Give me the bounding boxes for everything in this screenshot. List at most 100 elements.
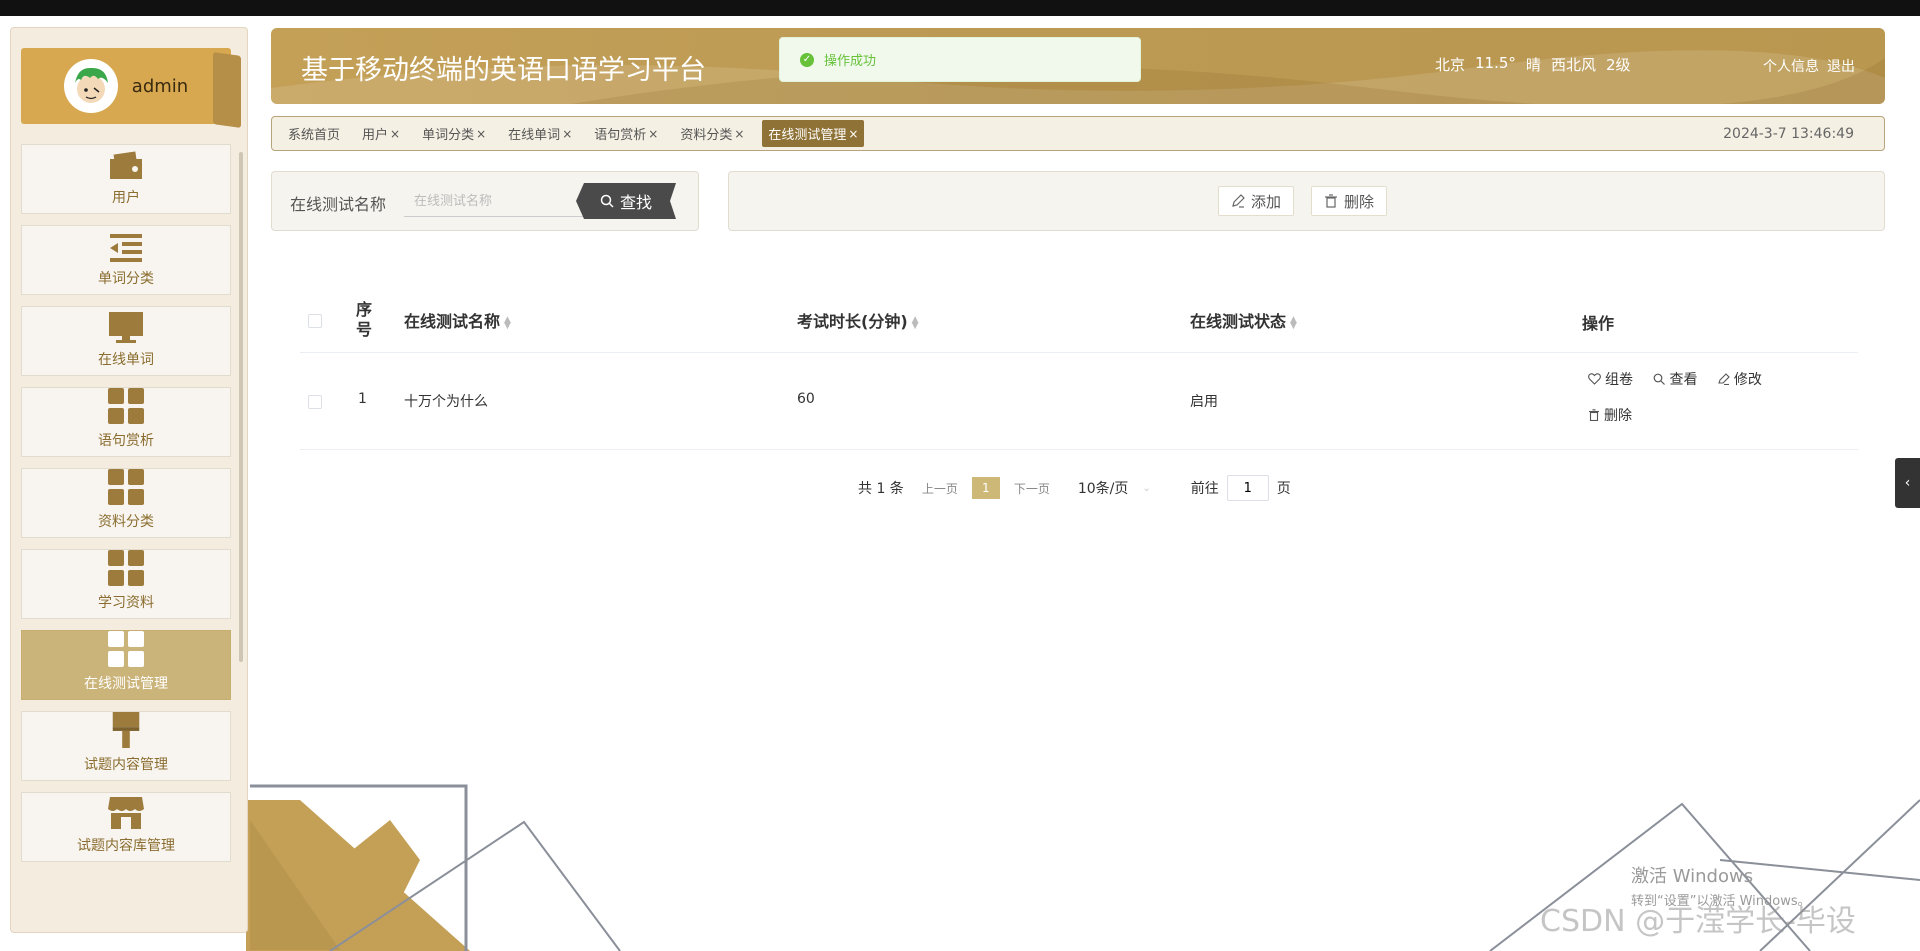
sidebar-item-material-category[interactable]: 资料分类 <box>21 468 231 538</box>
sidebar-scrollbar[interactable] <box>239 152 243 662</box>
cell-index: 1 <box>358 391 367 407</box>
delete-button[interactable]: 删除 <box>1311 186 1388 216</box>
sidebar-item-label: 语句赏析 <box>98 433 154 449</box>
sort-icon[interactable]: ▲ ▼ <box>912 315 919 330</box>
tab-users[interactable]: 用户 × <box>358 120 404 147</box>
trash-icon <box>1589 409 1599 421</box>
col-ops: 操作 <box>1582 314 1615 333</box>
close-icon[interactable]: × <box>562 127 572 141</box>
weather-city: 北京 <box>1435 56 1466 74</box>
logout-link[interactable]: 退出 <box>1827 56 1855 76</box>
sidebar-item-sentence-appreciation[interactable]: 语句赏析 <box>21 387 231 457</box>
add-button[interactable]: 添加 <box>1218 186 1295 216</box>
edit-icon <box>1718 373 1730 385</box>
compose-label: 组卷 <box>1605 372 1633 388</box>
prev-page-button[interactable]: 上一页 <box>922 480 958 497</box>
page-number-current[interactable]: 1 <box>971 477 1000 499</box>
edit-button[interactable]: 修改 <box>1718 369 1762 389</box>
user-card: admin <box>21 48 241 128</box>
page-size-select[interactable]: 10条/页 ⌄ <box>1078 478 1151 498</box>
delete-button-label: 删除 <box>1344 192 1375 211</box>
col-name-label: 在线测试名称 <box>404 312 501 331</box>
edit-label: 修改 <box>1733 372 1762 388</box>
tab-label: 资料分类 <box>680 128 733 143</box>
close-icon[interactable]: × <box>648 127 658 141</box>
sidebar-item-label: 用户 <box>112 190 140 206</box>
sort-icon[interactable]: ▲ ▼ <box>504 315 511 330</box>
col-duration[interactable]: 考试时长(分钟) ▲ ▼ <box>797 308 919 332</box>
tab-material-category[interactable]: 资料分类 × <box>676 120 748 147</box>
goto-suffix: 页 <box>1276 481 1291 497</box>
grid-icon <box>108 550 144 586</box>
sidebar: admin 用户 单词分类 在线单词 语句赏析 资料分类 学习资料 在线测试管理… <box>10 27 248 933</box>
next-page-button[interactable]: 下一页 <box>1014 480 1050 497</box>
sidebar-item-label: 资料分类 <box>98 514 154 530</box>
toast-message: 操作成功 <box>824 54 877 69</box>
tab-word-category[interactable]: 单词分类 × <box>418 120 490 147</box>
tab-online-test-management[interactable]: 在线测试管理 × <box>762 120 865 147</box>
select-all-checkbox[interactable] <box>308 314 322 328</box>
sidebar-item-label: 试题内容管理 <box>84 757 168 773</box>
tab-home[interactable]: 系统首页 <box>284 120 344 147</box>
monitor-icon <box>109 312 143 343</box>
avatar[interactable] <box>63 59 118 113</box>
edit-icon <box>1232 194 1245 208</box>
search-button[interactable]: 查找 <box>576 183 676 219</box>
sort-icon[interactable]: ▲ ▼ <box>1290 315 1297 330</box>
brush-icon <box>112 712 140 748</box>
row-delete-label: 删除 <box>1604 408 1632 424</box>
activation-title: 激活 Windows <box>1631 866 1754 887</box>
tab-online-words[interactable]: 在线单词 × <box>504 120 576 147</box>
col-name[interactable]: 在线测试名称 ▲ ▼ <box>404 308 511 332</box>
page-size-value: 10条/页 <box>1077 481 1129 497</box>
goto-page: 前往 页 <box>1191 475 1291 501</box>
user-card-flap <box>213 52 241 128</box>
tab-sentence-appreciation[interactable]: 语句赏析 × <box>590 120 662 147</box>
search-input[interactable] <box>404 186 584 217</box>
view-button[interactable]: 查看 <box>1653 369 1697 389</box>
weather-info: 北京 11.5° 晴 西北风 2级 <box>1435 54 1631 75</box>
pagination: 共 1 条 上一页 1 下一页 10条/页 ⌄ 前往 页 <box>858 475 1291 501</box>
tab-label: 单词分类 <box>422 128 475 143</box>
sidebar-item-question-content-management[interactable]: 试题内容管理 <box>21 711 231 781</box>
compose-button[interactable]: 组卷 <box>1588 369 1633 389</box>
goto-prefix: 前往 <box>1190 481 1219 497</box>
watermark: CSDN @于滢学长-毕设 <box>1540 904 1856 939</box>
sidebar-item-question-bank-management[interactable]: 试题内容库管理 <box>21 792 231 862</box>
add-button-label: 添加 <box>1251 192 1282 211</box>
profile-link[interactable]: 个人信息 <box>1763 56 1819 76</box>
sidebar-item-label: 在线测试管理 <box>84 676 168 692</box>
heart-icon <box>1588 373 1601 385</box>
table-header: 序 号 在线测试名称 ▲ ▼ 考试时长(分钟) ▲ ▼ 在线测试状态 ▲ ▼ 操作 <box>300 290 1858 353</box>
sidebar-item-study-material[interactable]: 学习资料 <box>21 549 231 619</box>
close-icon[interactable]: × <box>390 127 400 141</box>
close-icon[interactable]: × <box>848 127 858 141</box>
search-icon <box>1654 373 1666 385</box>
user-name: admin <box>131 75 189 97</box>
goto-page-input[interactable] <box>1226 475 1269 501</box>
sidebar-item-users[interactable]: 用户 <box>21 144 231 214</box>
tab-label: 在线测试管理 <box>768 128 847 143</box>
close-icon[interactable]: × <box>734 127 744 141</box>
avatar-image <box>74 67 108 103</box>
cell-name: 十万个为什么 <box>404 394 488 410</box>
weather-wind: 西北风 <box>1550 56 1596 74</box>
close-icon[interactable]: × <box>476 127 486 141</box>
tab-label: 在线单词 <box>508 128 561 143</box>
chevron-left-icon: ‹ <box>1904 475 1911 491</box>
sidebar-item-word-category[interactable]: 单词分类 <box>21 225 231 295</box>
col-status[interactable]: 在线测试状态 ▲ ▼ <box>1190 308 1297 332</box>
sidebar-item-online-words[interactable]: 在线单词 <box>21 306 231 376</box>
cell-status: 启用 <box>1190 394 1218 410</box>
sidebar-item-online-test-management[interactable]: 在线测试管理 <box>21 630 231 700</box>
search-icon <box>600 194 614 208</box>
collapse-toggle[interactable]: ‹ <box>1895 458 1920 508</box>
row-delete-button[interactable]: 删除 <box>1588 405 1632 425</box>
current-datetime: 2024-3-7 13:46:49 <box>1723 126 1854 142</box>
row-checkbox[interactable] <box>308 395 322 409</box>
pagination-total: 共 1 条 <box>858 481 904 497</box>
grid-icon <box>108 469 144 505</box>
action-panel: 添加 删除 <box>728 171 1885 231</box>
search-panel: 在线测试名称 查找 <box>271 171 699 231</box>
sidebar-item-label: 学习资料 <box>98 595 154 611</box>
